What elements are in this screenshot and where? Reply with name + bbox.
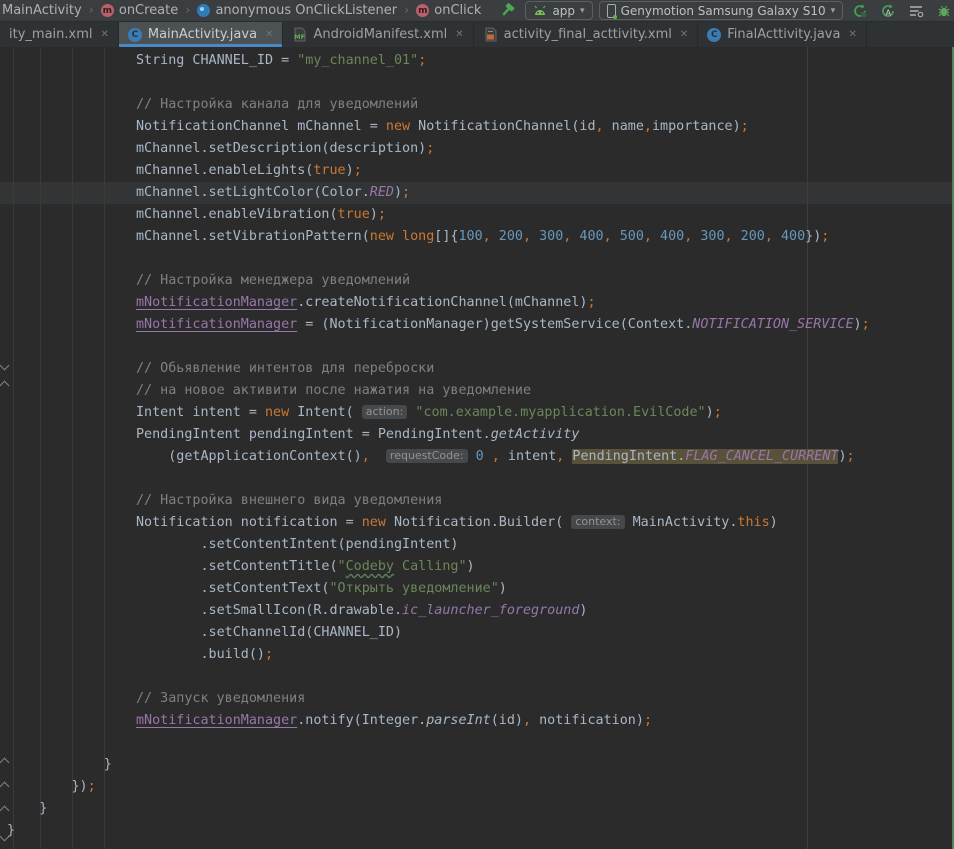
debug-bug-icon bbox=[936, 3, 952, 19]
code-line[interactable]: } bbox=[7, 798, 954, 820]
close-icon[interactable]: ✕ bbox=[100, 29, 108, 40]
code-line[interactable] bbox=[7, 72, 954, 94]
code-line[interactable]: mNotificationManager.createNotificationC… bbox=[7, 292, 954, 314]
editor-tab-bar: ity_main.xml ✕ C MainActivity.java ✕ MF … bbox=[0, 22, 954, 47]
chevron-right-icon: › bbox=[180, 3, 195, 18]
java-class-icon: C bbox=[128, 28, 142, 42]
chevron-down-icon: ▾ bbox=[831, 6, 836, 16]
code-line[interactable]: } bbox=[7, 820, 954, 842]
chevron-right-icon: › bbox=[84, 3, 99, 18]
code-line[interactable]: .build(); bbox=[7, 644, 954, 666]
run-toolbar: app ▾ Genymotion Samsung Galaxy S10 ▾ bbox=[497, 1, 954, 21]
code-line[interactable]: NotificationChannel mChannel = new Notif… bbox=[7, 116, 954, 138]
breadcrumb-item-anonymous-listener[interactable]: anonymous OnClickListener bbox=[195, 3, 399, 18]
device-select[interactable]: Genymotion Samsung Galaxy S10 ▾ bbox=[599, 1, 844, 20]
code-line[interactable]: String CHANNEL_ID = "my_channel_01"; bbox=[7, 50, 954, 72]
hammer-icon bbox=[500, 2, 517, 19]
code-line[interactable]: mChannel.enableLights(true); bbox=[7, 160, 954, 182]
tab-activity-main-xml[interactable]: ity_main.xml ✕ bbox=[0, 22, 119, 47]
profiler-button[interactable] bbox=[905, 1, 927, 21]
android-icon bbox=[533, 5, 547, 17]
breadcrumb-item-oncreate[interactable]: m onCreate bbox=[99, 3, 180, 18]
code-line[interactable] bbox=[7, 336, 954, 358]
code-line[interactable]: .setChannelId(CHANNEL_ID) bbox=[7, 622, 954, 644]
build-button[interactable] bbox=[497, 1, 519, 21]
close-icon[interactable]: ✕ bbox=[265, 29, 273, 40]
code-line[interactable] bbox=[7, 468, 954, 490]
tab-label: activity_final_acttivity.xml bbox=[504, 27, 672, 42]
close-icon[interactable]: ✕ bbox=[848, 29, 856, 40]
code-line[interactable]: mNotificationManager.notify(Integer.pars… bbox=[7, 710, 954, 732]
run-configuration-select[interactable]: app ▾ bbox=[525, 1, 592, 20]
apply-code-changes-button[interactable]: A bbox=[877, 1, 899, 21]
device-label: Genymotion Samsung Galaxy S10 bbox=[621, 4, 826, 18]
breadcrumb-item-onclick[interactable]: m onClick bbox=[414, 3, 483, 18]
tab-activity-final-acttivity-xml[interactable]: activity_final_acttivity.xml ✕ bbox=[474, 22, 699, 47]
code-line[interactable] bbox=[7, 666, 954, 688]
anonymous-class-icon bbox=[197, 4, 210, 17]
tab-label: FinalActtivity.java bbox=[727, 27, 840, 42]
profiler-icon bbox=[908, 3, 924, 19]
java-class-icon: C bbox=[707, 28, 721, 42]
breadcrumb: MainActivity › m onCreate › anonymous On… bbox=[0, 0, 483, 21]
debug-button[interactable] bbox=[933, 1, 954, 21]
code-line[interactable]: // Настройка менеджера уведомлений bbox=[7, 270, 954, 292]
code-line[interactable]: .setContentTitle("Codeby Calling") bbox=[7, 556, 954, 578]
code-line[interactable] bbox=[7, 248, 954, 270]
close-icon[interactable]: ✕ bbox=[680, 29, 688, 40]
tab-label: AndroidManifest.xml bbox=[313, 27, 447, 42]
navigation-bar: MainActivity › m onCreate › anonymous On… bbox=[0, 0, 954, 22]
code-line[interactable]: // на новое активити после нажатия на ув… bbox=[7, 380, 954, 402]
tab-finalacttivity-java[interactable]: C FinalActtivity.java ✕ bbox=[698, 22, 867, 47]
tab-mainactivity-java[interactable]: C MainActivity.java ✕ bbox=[119, 22, 284, 47]
manifest-icon: MF bbox=[292, 27, 307, 42]
close-icon[interactable]: ✕ bbox=[455, 29, 463, 40]
chevron-right-icon: › bbox=[399, 3, 414, 18]
breadcrumb-label: onClick bbox=[434, 3, 481, 18]
code-line[interactable]: mChannel.setLightColor(Color.RED); bbox=[7, 182, 954, 204]
ide-window: MainActivity › m onCreate › anonymous On… bbox=[0, 0, 954, 849]
code-line[interactable]: mChannel.setVibrationPattern(new long[]{… bbox=[7, 226, 954, 248]
code-line[interactable]: // Настройка внешнего вида уведомления bbox=[7, 490, 954, 512]
code-line[interactable]: // Настройка канала для уведомлений bbox=[7, 94, 954, 116]
tab-label: MainActivity.java bbox=[148, 27, 257, 42]
code-line[interactable]: .setContentIntent(pendingIntent) bbox=[7, 534, 954, 556]
code-line[interactable]: Intent intent = new Intent( action: "com… bbox=[7, 402, 954, 424]
breadcrumb-label: onCreate bbox=[119, 3, 178, 18]
code-line[interactable]: .setSmallIcon(R.drawable.ic_launcher_for… bbox=[7, 600, 954, 622]
device-phone-icon bbox=[607, 4, 616, 18]
code-line[interactable]: mChannel.setDescription(description); bbox=[7, 138, 954, 160]
svg-text:MF: MF bbox=[295, 33, 306, 41]
method-icon: m bbox=[101, 4, 114, 17]
code-line[interactable]: (getApplicationContext(), requestCode: 0… bbox=[7, 446, 954, 468]
code-line[interactable] bbox=[7, 732, 954, 754]
code-line[interactable]: .setContentText("Открыть уведомление") bbox=[7, 578, 954, 600]
breadcrumb-item-class[interactable]: MainActivity bbox=[0, 3, 84, 18]
code-line[interactable]: }); bbox=[7, 776, 954, 798]
code-line[interactable]: Notification notification = new Notifica… bbox=[7, 512, 954, 534]
svg-text:A: A bbox=[886, 8, 892, 17]
code-area[interactable]: String CHANNEL_ID = "my_channel_01"; // … bbox=[7, 50, 954, 842]
breadcrumb-label: anonymous OnClickListener bbox=[215, 3, 397, 18]
tab-androidmanifest-xml[interactable]: MF AndroidManifest.xml ✕ bbox=[283, 22, 473, 47]
apply-changes-button[interactable] bbox=[849, 1, 871, 21]
code-line[interactable]: // Запуск уведомления bbox=[7, 688, 954, 710]
chevron-down-icon: ▾ bbox=[580, 6, 585, 16]
breadcrumb-label: MainActivity bbox=[2, 3, 82, 18]
code-editor[interactable]: String CHANNEL_ID = "my_channel_01"; // … bbox=[0, 47, 954, 849]
code-line[interactable]: mChannel.enableVibration(true); bbox=[7, 204, 954, 226]
code-line[interactable]: // Обьявление интентов для переброски bbox=[7, 358, 954, 380]
run-configuration-label: app bbox=[552, 4, 575, 18]
code-line[interactable]: PendingIntent pendingIntent = PendingInt… bbox=[7, 424, 954, 446]
code-line[interactable]: } bbox=[7, 754, 954, 776]
layout-xml-icon bbox=[483, 27, 498, 42]
apply-code-changes-icon: A bbox=[880, 3, 896, 19]
method-icon: m bbox=[416, 4, 429, 17]
apply-changes-icon bbox=[852, 3, 868, 19]
tab-label: ity_main.xml bbox=[9, 27, 92, 42]
code-line[interactable]: mNotificationManager = (NotificationMana… bbox=[7, 314, 954, 336]
